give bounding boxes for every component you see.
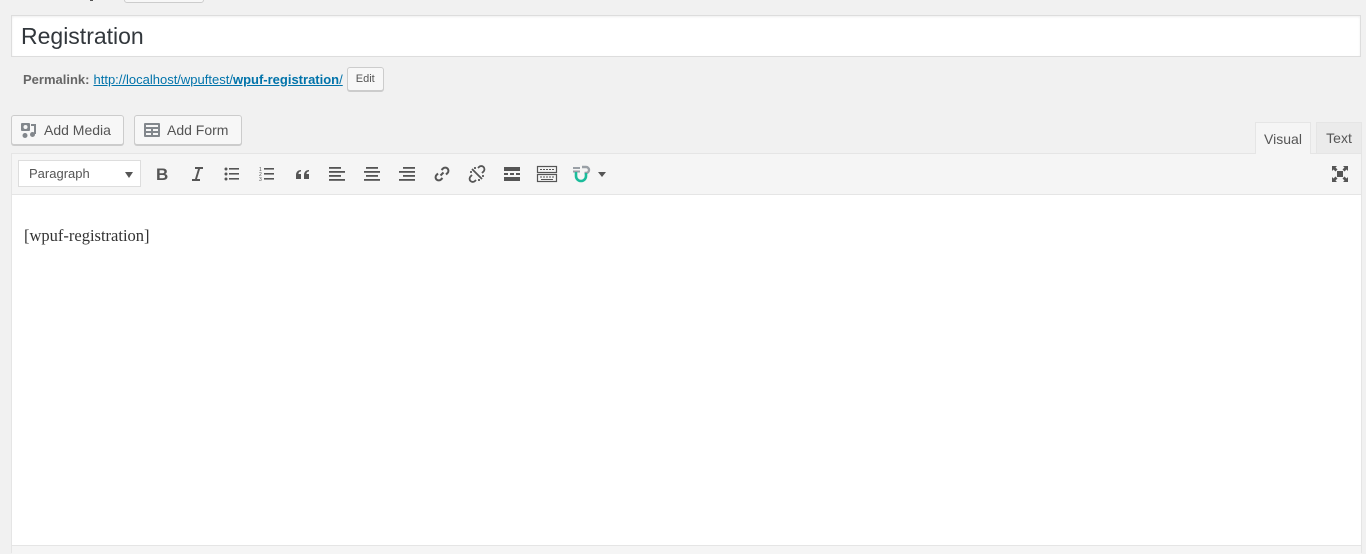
add-media-button[interactable]: Add Media <box>11 115 124 145</box>
toolbar-toggle-button[interactable] <box>533 160 561 188</box>
svg-text:B: B <box>156 165 168 184</box>
permalink-trailing: / <box>339 71 343 87</box>
align-center-icon <box>364 167 380 181</box>
align-right-button[interactable] <box>393 160 421 188</box>
partial-button-offscreen[interactable] <box>124 0 204 3</box>
keyboard-icon <box>536 165 558 183</box>
align-center-button[interactable] <box>358 160 386 188</box>
edit-permalink-button[interactable]: Edit <box>346 67 384 91</box>
numbered-list-button[interactable]: 1 2 3 <box>253 160 281 188</box>
wpuf-icon <box>573 165 591 183</box>
align-left-button[interactable] <box>323 160 351 188</box>
tab-text[interactable]: Text <box>1316 122 1362 153</box>
bold-icon: B <box>156 165 168 184</box>
align-right-icon <box>399 167 415 181</box>
editor-toolbar: Paragraph B 1 2 3 <box>12 154 1361 195</box>
tab-visual[interactable]: Visual <box>1255 122 1311 154</box>
permalink-link[interactable]: http://localhost/wpuftest/wpuf-registrat… <box>93 72 342 87</box>
fullscreen-button[interactable] <box>1326 160 1354 188</box>
bulleted-list-icon <box>224 167 239 181</box>
post-title-field[interactable] <box>11 15 1361 57</box>
wpuf-shortcode-button[interactable] <box>566 160 612 188</box>
svg-text:3: 3 <box>259 177 262 183</box>
add-media-label: Add Media <box>44 122 111 138</box>
blockquote-button[interactable] <box>288 160 316 188</box>
remove-link-button[interactable] <box>463 160 491 188</box>
read-more-icon <box>504 167 520 181</box>
permalink-bar: Permalink: http://localhost/wpuftest/wpu… <box>23 66 384 92</box>
chevron-down-icon <box>125 172 133 178</box>
add-form-icon <box>144 123 160 137</box>
add-form-label: Add Form <box>167 122 229 138</box>
bulleted-list-button[interactable] <box>218 160 246 188</box>
format-select[interactable]: Paragraph <box>18 160 141 187</box>
permalink-label: Permalink: <box>23 71 90 87</box>
bold-button[interactable]: B <box>148 160 176 188</box>
unlink-icon <box>468 165 486 183</box>
italic-button[interactable] <box>183 160 211 188</box>
chevron-down-icon <box>598 172 606 177</box>
editor-statusbar <box>12 545 1361 554</box>
permalink-base: http://localhost/wpuftest/ <box>93 71 233 87</box>
link-icon <box>434 166 450 182</box>
fullscreen-icon <box>1332 166 1348 182</box>
visual-editor: Paragraph B 1 2 3 [wpuf-registration] <box>11 153 1362 554</box>
post-title-input[interactable] <box>12 16 1360 56</box>
insert-link-button[interactable] <box>428 160 456 188</box>
numbered-list-icon: 1 2 3 <box>259 167 274 183</box>
add-media-icon <box>21 123 36 138</box>
partial-heading-offscreen <box>90 0 93 1</box>
add-form-button[interactable]: Add Form <box>134 115 242 145</box>
quote-icon <box>296 170 309 179</box>
editor-content[interactable]: [wpuf-registration] <box>24 226 150 246</box>
italic-icon <box>192 167 203 181</box>
format-select-value: Paragraph <box>29 166 90 181</box>
permalink-slug: wpuf-registration <box>232 71 340 87</box>
align-left-icon <box>329 167 345 181</box>
read-more-button[interactable] <box>498 160 526 188</box>
